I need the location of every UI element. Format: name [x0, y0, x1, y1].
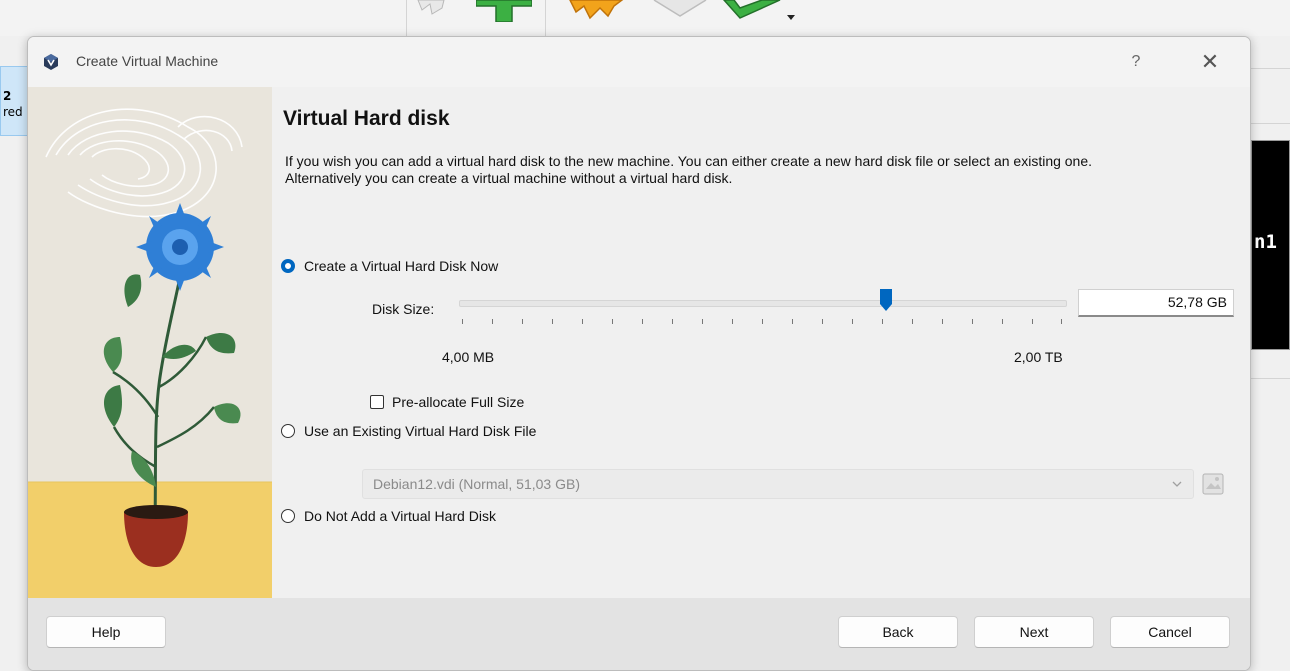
- page-description: If you wish you can add a virtual hard d…: [285, 153, 1093, 186]
- radio-use-existing-disk[interactable]: Use an Existing Virtual Hard Disk File: [281, 420, 536, 442]
- background-vm-item-text: red: [3, 105, 23, 119]
- settings-gear-disabled-icon[interactable]: [412, 0, 452, 18]
- toolbar-separator: [406, 0, 407, 36]
- dialog-title: Create Virtual Machine: [76, 53, 219, 69]
- cancel-button[interactable]: Cancel: [1110, 616, 1230, 648]
- wizard-page-content: Virtual Hard disk If you wish you can ad…: [272, 87, 1250, 598]
- next-button[interactable]: Next: [974, 616, 1094, 648]
- virtualbox-app-icon: [44, 54, 58, 70]
- start-dropdown-icon[interactable]: [786, 14, 796, 22]
- disk-size-max-label: 2,00 TB: [1014, 349, 1063, 365]
- disk-size-slider-ticks: [462, 319, 1062, 327]
- create-vm-dialog: Create Virtual Machine ? ✕ Virtual Hard …: [27, 36, 1251, 671]
- help-button[interactable]: Help: [46, 616, 166, 648]
- existing-disk-select[interactable]: Debian12.vdi (Normal, 51,03 GB): [362, 469, 1194, 499]
- background-toolbar: [0, 0, 1290, 36]
- background-preview-screen: n1: [1251, 140, 1290, 350]
- disk-size-min-label: 4,00 MB: [442, 349, 495, 365]
- dialog-footer: Help Back Next Cancel: [28, 598, 1250, 670]
- radio-button[interactable]: [281, 509, 295, 523]
- page-heading: Virtual Hard disk: [283, 107, 450, 130]
- preallocate-checkbox[interactable]: [370, 395, 384, 409]
- radio-label: Use an Existing Virtual Hard Disk File: [304, 423, 537, 439]
- settings-gear-icon[interactable]: [568, 0, 624, 20]
- dialog-titlebar[interactable]: Create Virtual Machine ? ✕: [28, 37, 1250, 87]
- disk-size-input[interactable]: 52,78 GB: [1078, 289, 1234, 317]
- radio-button-checked[interactable]: [281, 259, 295, 273]
- radio-button[interactable]: [281, 424, 295, 438]
- wizard-illustration: [28, 87, 272, 598]
- toolbar-separator: [545, 0, 546, 36]
- radio-label: Create a Virtual Hard Disk Now: [304, 258, 499, 274]
- new-machine-plus-icon[interactable]: [476, 0, 532, 22]
- help-question-button[interactable]: ?: [1124, 50, 1148, 74]
- discard-arrow-disabled-icon[interactable]: [650, 0, 710, 18]
- existing-disk-selected-value: Debian12.vdi (Normal, 51,03 GB): [373, 476, 580, 492]
- radio-label: Do Not Add a Virtual Hard Disk: [304, 508, 496, 524]
- background-vm-item-text: 2: [3, 89, 12, 103]
- background-preview-text: n1: [1254, 231, 1277, 253]
- disk-size-slider-track[interactable]: [459, 300, 1067, 307]
- chevron-down-icon: [1172, 481, 1182, 487]
- start-arrow-icon[interactable]: [722, 0, 784, 24]
- disk-size-label: Disk Size:: [372, 301, 435, 317]
- close-icon[interactable]: ✕: [1198, 50, 1222, 74]
- radio-create-disk-now[interactable]: Create a Virtual Hard Disk Now: [281, 255, 498, 277]
- preallocate-checkbox-row[interactable]: Pre-allocate Full Size: [370, 391, 524, 413]
- background-vm-list-item[interactable]: 2 red: [0, 66, 30, 136]
- preallocate-label: Pre-allocate Full Size: [392, 394, 525, 410]
- choose-disk-file-icon[interactable]: [1198, 470, 1228, 498]
- disk-size-slider-handle[interactable]: [879, 288, 893, 312]
- radio-do-not-add-disk[interactable]: Do Not Add a Virtual Hard Disk: [281, 505, 496, 527]
- back-button[interactable]: Back: [838, 616, 958, 648]
